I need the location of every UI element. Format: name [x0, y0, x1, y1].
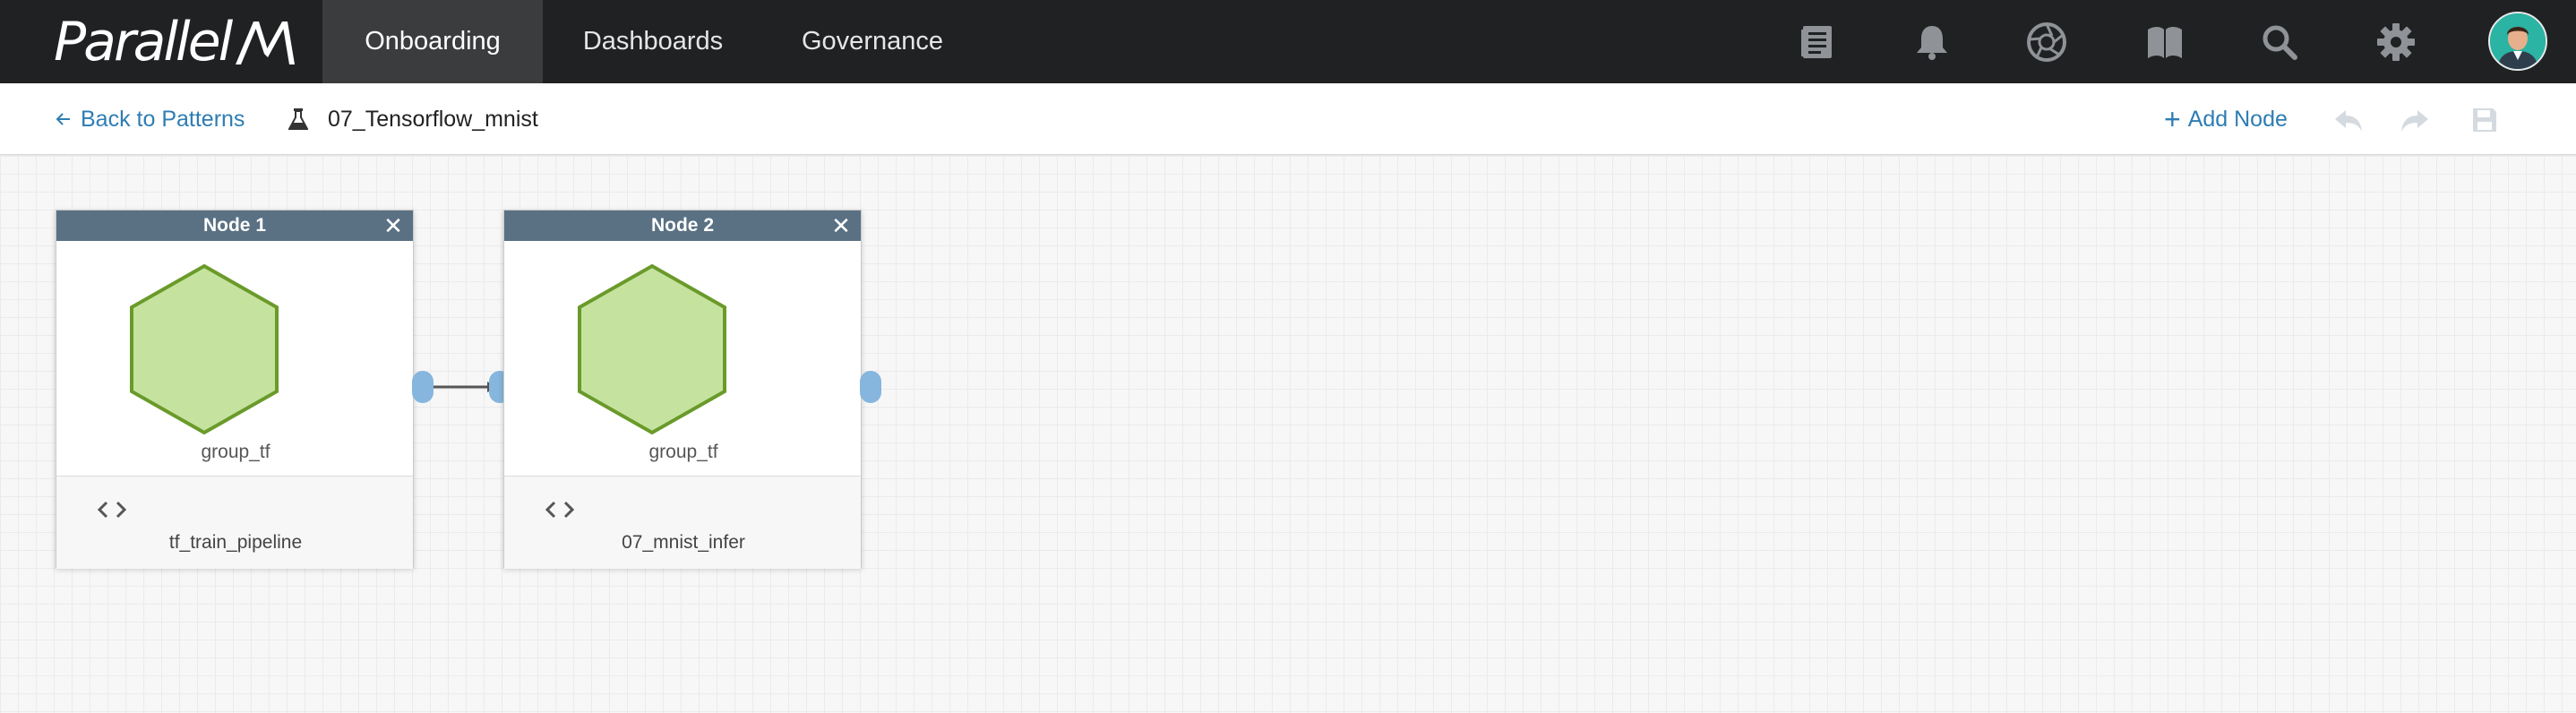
close-icon[interactable]: ✕	[829, 212, 854, 239]
node-group-label: group_tf	[648, 442, 718, 462]
book-icon[interactable]	[2139, 16, 2191, 68]
back-to-patterns-label: Back to Patterns	[81, 106, 245, 132]
code-icon[interactable]	[542, 496, 578, 523]
arrow-left-icon	[56, 113, 70, 125]
pattern-toolbar: Back to Patterns 07_Tensorflow_mnist + A…	[0, 83, 2576, 155]
node-title: Node 1	[202, 215, 266, 236]
add-node-label: Add Node	[2187, 106, 2288, 132]
gear-icon[interactable]	[2370, 16, 2422, 68]
add-node-button[interactable]: + Add Node	[2164, 83, 2288, 155]
node-pipeline-label: 07_mnist_infer	[622, 532, 745, 553]
pattern-name: 07_Tensorflow_mnist	[328, 106, 538, 132]
node-footer: 07_mnist_infer	[504, 476, 861, 569]
search-icon[interactable]	[2254, 16, 2306, 68]
pipeline-node-1[interactable]: Node 1 ✕ group_tf tf_train_pipeline	[56, 210, 414, 569]
node-footer: tf_train_pipeline	[56, 476, 413, 569]
tab-dashboards[interactable]: Dashboards	[543, 0, 763, 83]
node-header[interactable]: Node 1 ✕	[56, 210, 413, 241]
tab-onboarding[interactable]: Onboarding	[322, 0, 543, 83]
node-title: Node 2	[650, 215, 714, 236]
aperture-icon[interactable]	[2021, 16, 2073, 68]
redo-icon[interactable]	[2397, 102, 2433, 138]
tab-onboarding-label: Onboarding	[365, 27, 501, 56]
node-header[interactable]: Node 2 ✕	[504, 210, 861, 241]
user-avatar[interactable]	[2488, 12, 2547, 71]
parallelm-logo[interactable]: Parallel	[54, 11, 296, 73]
node-1-output-port[interactable]	[412, 371, 434, 403]
group-hexagon-icon[interactable]	[128, 262, 280, 436]
pattern-canvas[interactable]: Node 1 ✕ group_tf tf_train_pipeline Node…	[0, 156, 2576, 713]
notes-icon[interactable]	[1791, 16, 1843, 68]
back-to-patterns-link[interactable]: Back to Patterns	[56, 83, 245, 155]
flask-icon	[288, 108, 308, 130]
pipeline-node-2[interactable]: Node 2 ✕ group_tf 07_mnist_infer	[503, 210, 862, 569]
tab-governance[interactable]: Governance	[763, 0, 982, 83]
top-navigation-bar: Parallel Onboarding Dashboards Governanc…	[0, 0, 2576, 83]
code-icon[interactable]	[94, 496, 130, 523]
group-hexagon-icon[interactable]	[576, 262, 728, 436]
tab-dashboards-label: Dashboards	[582, 27, 724, 56]
node-pipeline-label: tf_train_pipeline	[168, 532, 303, 553]
logo-m-mark	[236, 21, 296, 64]
node-2-output-port[interactable]	[860, 371, 881, 403]
plus-icon: +	[2164, 103, 2181, 135]
bell-icon[interactable]	[1906, 16, 1958, 68]
save-icon[interactable]	[2467, 102, 2503, 138]
undo-icon[interactable]	[2331, 102, 2366, 138]
node-group-label: group_tf	[201, 442, 270, 462]
close-icon[interactable]: ✕	[381, 212, 406, 239]
tab-governance-label: Governance	[802, 27, 943, 56]
logo-text: Parallel	[54, 11, 233, 73]
pattern-title: 07_Tensorflow_mnist	[288, 83, 538, 155]
